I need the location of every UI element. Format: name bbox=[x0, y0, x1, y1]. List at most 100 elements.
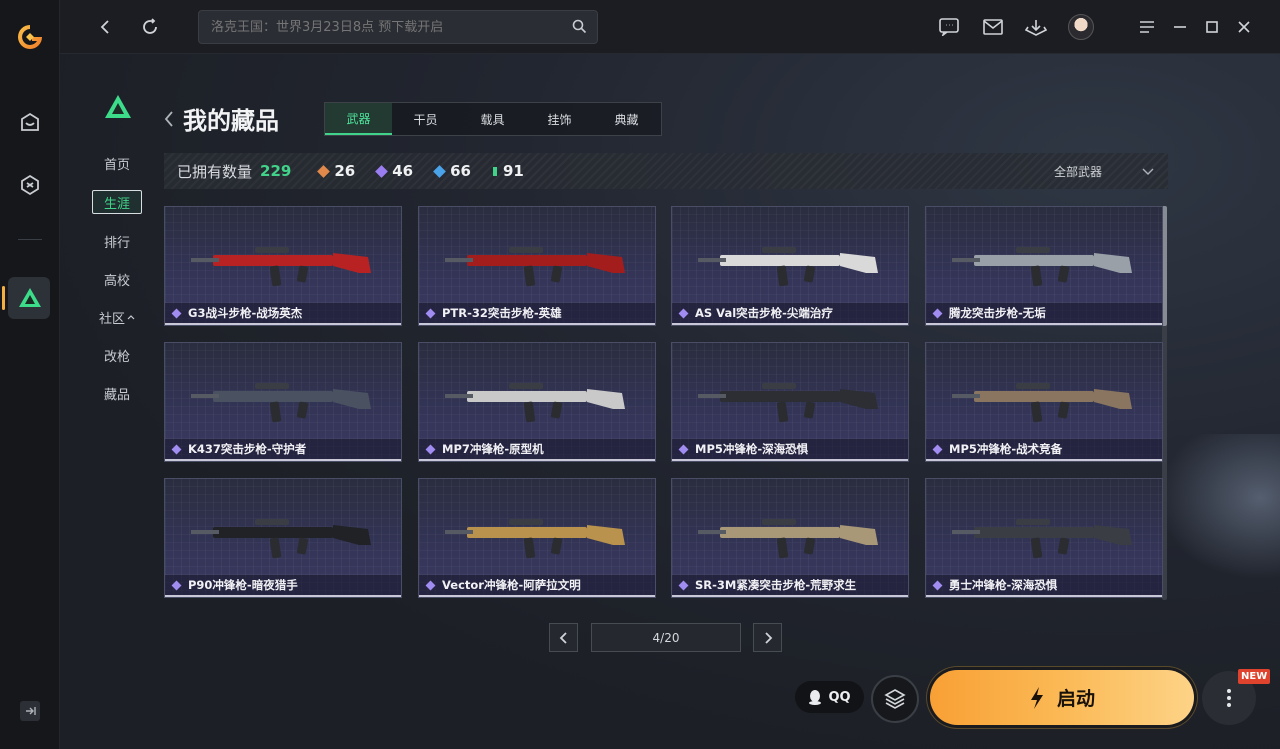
delta-force-logo-icon bbox=[104, 94, 132, 120]
green-marker-icon bbox=[492, 166, 497, 176]
weapon-card[interactable]: PTR-32突击步枪-英雄 bbox=[418, 206, 656, 326]
games-icon[interactable] bbox=[16, 171, 44, 199]
search-bar[interactable] bbox=[198, 10, 598, 44]
weapon-card[interactable]: Vector冲锋枪-阿萨拉文明 bbox=[418, 478, 656, 598]
launch-button[interactable]: 启动 bbox=[930, 670, 1194, 725]
weapon-card[interactable]: SR-3M紧凑突击步枪-荒野求生 bbox=[671, 478, 909, 598]
stats-bar: 已拥有数量 229 26 46 66 91 全部武器 bbox=[164, 153, 1168, 189]
weapon-card-footer: G3战斗步枪-战场英杰 bbox=[165, 303, 401, 325]
tab-archives[interactable]: 典藏 bbox=[593, 103, 660, 135]
minimize-icon[interactable] bbox=[1167, 14, 1193, 40]
weapon-name: PTR-32突击步枪-英雄 bbox=[442, 306, 562, 320]
user-avatar[interactable] bbox=[1068, 14, 1094, 40]
weapon-filter-dropdown[interactable]: 全部武器 bbox=[1054, 163, 1154, 180]
new-badge: NEW bbox=[1238, 669, 1271, 684]
weapon-name: P90冲锋枪-暗夜猎手 bbox=[188, 578, 298, 592]
tab-charms[interactable]: 挂饰 bbox=[526, 103, 593, 135]
weapon-card[interactable]: MP5冲锋枪-深海恐惧 bbox=[671, 342, 909, 462]
weapon-card[interactable]: AS Val突击步枪-尖端治疗 bbox=[671, 206, 909, 326]
weapon-card-footer: Vector冲锋枪-阿萨拉文明 bbox=[419, 575, 655, 597]
qq-label: QQ bbox=[828, 689, 851, 705]
chevron-down-icon bbox=[1142, 168, 1154, 175]
weapon-name: 腾龙突击步枪-无垢 bbox=[949, 306, 1046, 320]
tab-vehicles[interactable]: 载具 bbox=[459, 103, 526, 135]
qq-button[interactable]: QQ bbox=[795, 681, 864, 713]
weapon-image bbox=[698, 519, 878, 559]
weapon-card-footer: AS Val突击步枪-尖端治疗 bbox=[672, 303, 908, 325]
weapon-image bbox=[445, 383, 625, 423]
weapon-card[interactable]: 勇士冲锋枪-深海恐惧 bbox=[925, 478, 1163, 598]
weapon-name: SR-3M紧凑突击步枪-荒野求生 bbox=[695, 578, 857, 592]
weapon-card[interactable]: K437突击步枪-守护者 bbox=[164, 342, 402, 462]
delta-force-icon[interactable] bbox=[16, 284, 44, 312]
subnav-item-career[interactable]: 生涯 bbox=[92, 190, 142, 214]
weapon-card-footer: 腾龙突击步枪-无垢 bbox=[926, 303, 1162, 325]
back-icon[interactable] bbox=[92, 14, 118, 40]
rarity-count: 26 bbox=[334, 162, 356, 180]
search-input[interactable] bbox=[199, 11, 559, 43]
chat-icon[interactable] bbox=[936, 14, 962, 40]
close-icon[interactable] bbox=[1231, 14, 1257, 40]
rarity-diamond-icon bbox=[171, 308, 182, 318]
layers-button[interactable] bbox=[871, 675, 919, 723]
rarity-diamond-icon bbox=[171, 580, 182, 590]
rarity-diamond-icon bbox=[171, 444, 182, 454]
weapon-card[interactable]: MP5冲锋枪-战术竞备 bbox=[925, 342, 1163, 462]
weapon-image bbox=[698, 247, 878, 287]
weapon-card-footer: K437突击步枪-守护者 bbox=[165, 439, 401, 461]
layers-icon bbox=[884, 689, 906, 709]
lightning-bolt-icon bbox=[1030, 686, 1043, 709]
download-icon[interactable] bbox=[1023, 14, 1049, 40]
next-page-button[interactable] bbox=[753, 623, 782, 652]
weapon-name: K437突击步枪-守护者 bbox=[188, 442, 307, 456]
rail-divider bbox=[18, 239, 42, 240]
weapon-card[interactable]: P90冲锋枪-暗夜猎手 bbox=[164, 478, 402, 598]
weapon-card[interactable]: G3战斗步枪-战场英杰 bbox=[164, 206, 402, 326]
store-icon[interactable] bbox=[16, 109, 44, 137]
menu-icon[interactable] bbox=[1134, 14, 1160, 40]
rarity-stat-green: 91 bbox=[492, 162, 524, 180]
page-indicator: 4/20 bbox=[591, 623, 741, 652]
subnav-item-ranking[interactable]: 排行 bbox=[92, 229, 142, 253]
weapon-name: 勇士冲锋枪-深海恐惧 bbox=[949, 578, 1058, 592]
mail-icon[interactable] bbox=[980, 14, 1006, 40]
collapse-sidebar-icon[interactable] bbox=[20, 701, 40, 721]
chevron-up-icon bbox=[127, 315, 135, 320]
vertical-dots-icon bbox=[1227, 689, 1231, 707]
subnav-item-collection[interactable]: 藏品 bbox=[92, 381, 142, 405]
chevron-right-icon bbox=[764, 631, 772, 644]
search-icon[interactable] bbox=[572, 19, 587, 38]
refresh-icon[interactable] bbox=[137, 14, 163, 40]
weapon-name: MP5冲锋枪-战术竞备 bbox=[949, 442, 1063, 456]
chevron-left-icon bbox=[559, 631, 567, 644]
app-logo-icon[interactable] bbox=[15, 22, 45, 52]
left-rail bbox=[0, 0, 60, 749]
title-back-icon[interactable] bbox=[163, 110, 175, 132]
rarity-stat-purple: 46 bbox=[375, 162, 414, 180]
maximize-icon[interactable] bbox=[1199, 14, 1225, 40]
subnav-item-community[interactable]: 社区 bbox=[92, 305, 142, 329]
weapon-card[interactable]: MP7冲锋枪-原型机 bbox=[418, 342, 656, 462]
weapon-image bbox=[191, 383, 371, 423]
weapon-card-footer: P90冲锋枪-暗夜猎手 bbox=[165, 575, 401, 597]
weapon-card[interactable]: 腾龙突击步枪-无垢 bbox=[925, 206, 1163, 326]
page-title: 我的藏品 bbox=[183, 107, 279, 135]
prev-page-button[interactable] bbox=[549, 623, 578, 652]
rarity-diamond-icon bbox=[932, 580, 943, 590]
weapon-image bbox=[191, 247, 371, 287]
weapon-image bbox=[445, 519, 625, 559]
subnav-item-gunsmith[interactable]: 改枪 bbox=[92, 343, 142, 367]
weapon-card-footer: 勇士冲锋枪-深海恐惧 bbox=[926, 575, 1162, 597]
weapon-card-footer: SR-3M紧凑突击步枪-荒野求生 bbox=[672, 575, 908, 597]
rarity-diamond-icon bbox=[932, 308, 943, 318]
rarity-stat-blue: 66 bbox=[433, 162, 471, 180]
subnav-item-home[interactable]: 首页 bbox=[92, 151, 142, 175]
tab-weapons[interactable]: 武器 bbox=[325, 103, 392, 135]
tab-operators[interactable]: 干员 bbox=[392, 103, 459, 135]
top-bar bbox=[60, 0, 1280, 54]
weapon-card-footer: MP5冲锋枪-战术竞备 bbox=[926, 439, 1162, 461]
subnav-item-college[interactable]: 高校 bbox=[92, 267, 142, 291]
rarity-count: 46 bbox=[392, 162, 414, 180]
rarity-diamond-icon bbox=[678, 580, 689, 590]
weapon-card-footer: MP7冲锋枪-原型机 bbox=[419, 439, 655, 461]
